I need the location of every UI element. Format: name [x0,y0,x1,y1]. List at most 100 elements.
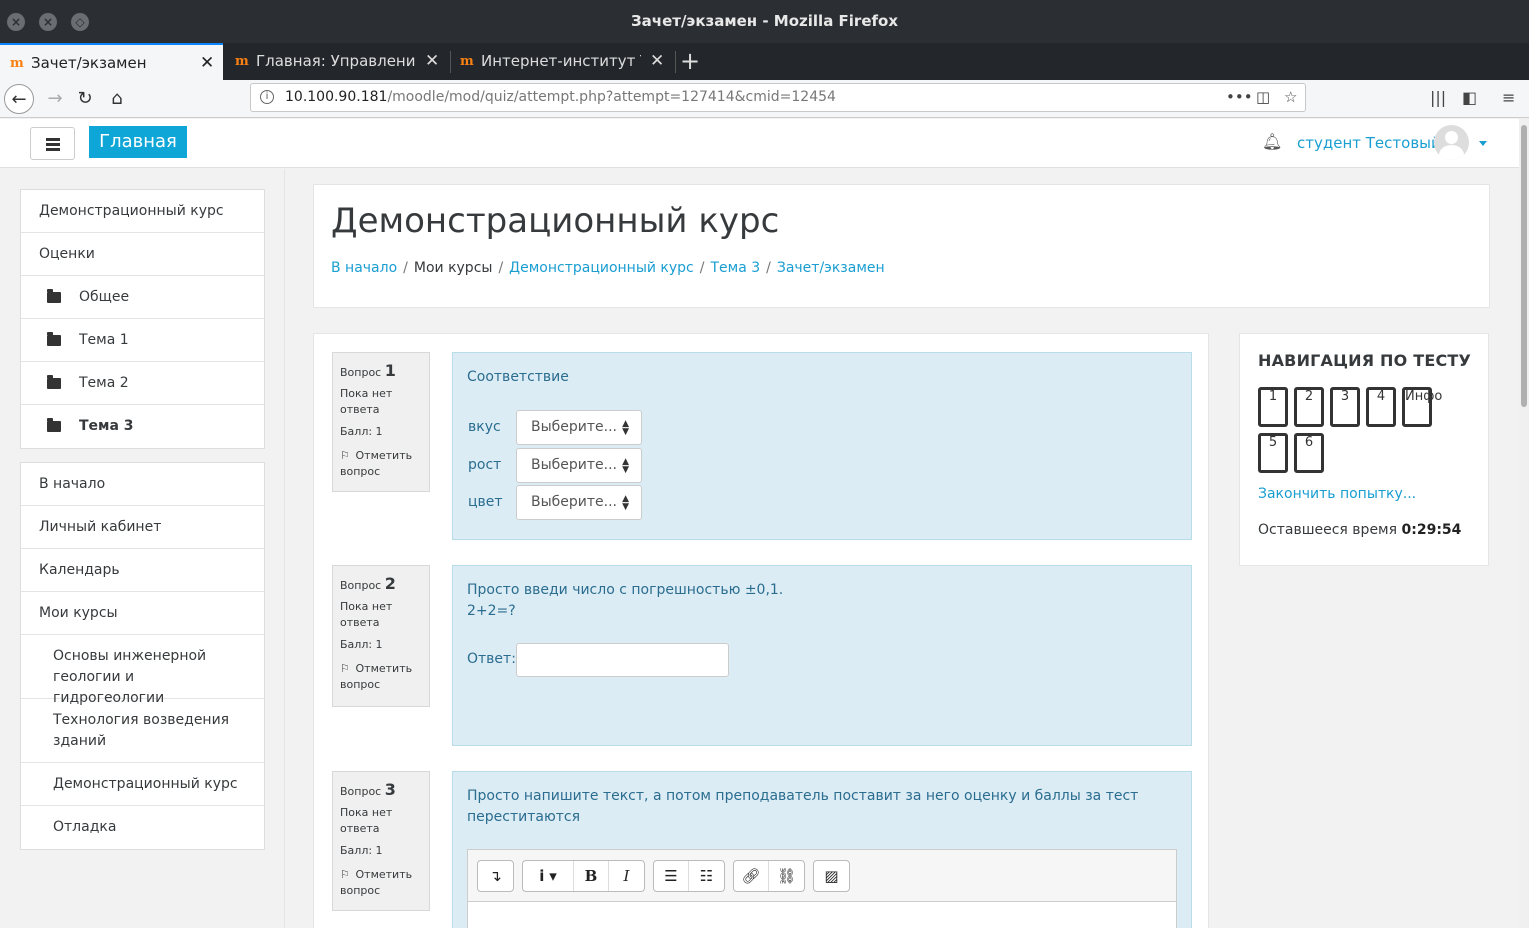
new-tab-icon[interactable]: + [680,47,700,75]
user-menu-caret-icon[interactable] [1479,141,1487,146]
question-text-line: переститаются [467,809,581,825]
flag-label: Отметить [355,449,413,462]
nav-item-dashboard[interactable]: Личный кабинет [21,506,264,549]
tab-quiz[interactable]: m Зачет/экзамен ✕ [0,43,223,80]
question-content-2: Просто введи число с погрешностью ±0,1. 2… [452,565,1192,746]
quiz-nav-button-1[interactable]: 1 [1258,387,1288,427]
page-scrollbar[interactable] [1519,119,1529,928]
home-brand-button[interactable]: Главная [89,126,187,158]
state-line: ответа [340,403,380,416]
folder-icon [47,375,61,389]
unlink-icon[interactable]: ⛓︎ [769,861,804,891]
breadcrumb: В начало / Мои курсы / Демонстрационный курс… [331,260,885,276]
folder-icon [47,332,61,346]
breadcrumb-home[interactable]: В начало [331,260,397,276]
breadcrumb-course[interactable]: Демонстрационный курс [509,260,694,276]
flag-question-button[interactable]: ⚐ Отметить вопрос [340,661,422,693]
nav-item-debug[interactable]: Отладка [21,806,264,849]
forward-icon[interactable]: → [40,84,70,114]
match-select-height[interactable]: Выберите... ▲ ▼ [516,448,642,483]
pocket-icon[interactable]: ◫ [1256,88,1270,106]
home-icon[interactable]: ⌂ [102,84,132,114]
nav-item-grades[interactable]: Оценки [21,233,264,276]
select-value: Выберите... [531,457,618,473]
menu-icon[interactable]: ≡ [1502,88,1515,107]
flag-label: Отметить [355,868,413,881]
avatar[interactable] [1434,125,1469,160]
italic-icon[interactable]: I [609,861,644,891]
quiz-nav-button-info[interactable]: Инфо [1402,387,1442,427]
match-select-color[interactable]: Выберите... ▲ ▼ [516,485,642,520]
question-number-value: 1 [384,361,396,380]
url-text[interactable]: 10.100.90.181/moodle/mod/quiz/attempt.ph… [285,89,836,105]
question-text-line: 2+2=? [467,603,516,619]
nav-item-label: Общее [79,289,130,305]
nav-item-calendar[interactable]: Календарь [21,549,264,592]
question-text-line: Просто введи число с погрешностью ±0,1. [467,582,784,598]
breadcrumb-quiz[interactable]: Зачет/экзамен [777,260,885,276]
notifications-bell-icon[interactable]: 🔔︎ [1262,132,1282,151]
nav-item-topic-2[interactable]: Тема 2 [21,362,264,405]
back-icon[interactable]: ← [4,84,34,114]
page-actions-icon[interactable]: ••• [1226,88,1253,106]
link-icon[interactable]: 🔗︎ [734,861,769,891]
nav-item-label: Личный кабинет [39,519,162,535]
nav-item-topic-1[interactable]: Тема 1 [21,319,264,362]
reload-icon[interactable]: ↻ [70,84,100,114]
bookmark-star-icon[interactable]: ☆ [1284,88,1297,106]
flag-question-button[interactable]: ⚐ Отметить вопрос [340,867,422,899]
tab-main-management[interactable]: m Главная: Управление ✕ [225,43,450,80]
question-grade: Балл: 1 [340,844,383,857]
user-name[interactable]: студент Тестовый [1297,134,1441,152]
editor-content-area[interactable] [468,901,1176,928]
nav-item-topic-3[interactable]: Тема 3 [21,405,264,448]
nav-item-course[interactable]: Демонстрационный курс [21,190,264,233]
unordered-list-icon[interactable]: ☰ [654,861,689,891]
question-text: Просто напишите текст, а потом преподава… [467,786,1138,828]
finish-attempt-link[interactable]: Закончить попытку... [1258,486,1416,502]
flag-label: вопрос [340,884,381,897]
toolbar-group-media: ▨ [813,860,850,892]
nav-item-label: Технология возведения зданий [53,712,230,749]
library-icon[interactable]: ||| [1430,88,1446,107]
site-info-icon[interactable]: i [260,90,274,104]
quiz-nav-button-5[interactable]: 5 [1258,433,1288,473]
nav-item-course-geology[interactable]: Основы инженерной геологии и гидрогеолог… [21,635,264,706]
quiz-nav-button-2[interactable]: 2 [1294,387,1324,427]
nav-item-my-courses[interactable]: Мои курсы [21,592,264,635]
match-select-taste[interactable]: Выберите... ▲ ▼ [516,410,642,445]
nav-item-home[interactable]: В начало [21,463,264,506]
quiz-nav-button-6[interactable]: 6 [1294,433,1324,473]
paragraph-styles-icon[interactable]: i ▾ [523,861,574,891]
nav-item-course-demo[interactable]: Демонстрационный курс [21,763,264,806]
ordered-list-icon[interactable]: ☷ [689,861,724,891]
nav-item-general[interactable]: Общее [21,276,264,319]
close-tab-icon[interactable]: ✕ [200,53,214,73]
nav-item-label: Оценки [39,246,95,262]
address-bar[interactable]: i 10.100.90.181/moodle/mod/quiz/attempt.… [250,83,1306,112]
flag-icon: ⚐ [340,868,350,881]
scrollbar-thumb[interactable] [1521,125,1527,407]
question-label: Вопрос [340,366,382,379]
close-tab-icon[interactable]: ✕ [425,51,439,71]
flag-question-button[interactable]: ⚐ Отметить вопрос [340,448,422,480]
close-tab-icon[interactable]: ✕ [650,51,664,71]
nav-item-course-construction[interactable]: Технология возведения зданий [21,699,264,763]
tab-label: Главная: Управление [256,52,416,70]
quiz-nav-button-4[interactable]: 4 [1366,387,1396,427]
bold-icon[interactable]: B [574,861,609,891]
state-line: ответа [340,822,380,835]
quiz-nav-button-3[interactable]: 3 [1330,387,1360,427]
flag-label: Отметить [355,662,413,675]
tab-internet-institute[interactable]: m Интернет-институт Ту ✕ [450,43,675,80]
image-icon[interactable]: ▨ [814,861,849,891]
toolbar-group-links: 🔗︎ ⛓︎ [733,860,805,892]
breadcrumb-separator: / [498,260,504,276]
drawer-toggle-button[interactable] [30,127,75,160]
answer-input[interactable] [516,643,729,677]
question-grade: Балл: 1 [340,425,383,438]
sidebar-icon[interactable]: ◧ [1462,88,1477,107]
breadcrumb-topic[interactable]: Тема 3 [710,260,760,276]
select-value: Выберите... [531,419,618,435]
show-more-buttons-icon[interactable]: ↴ [478,861,513,891]
